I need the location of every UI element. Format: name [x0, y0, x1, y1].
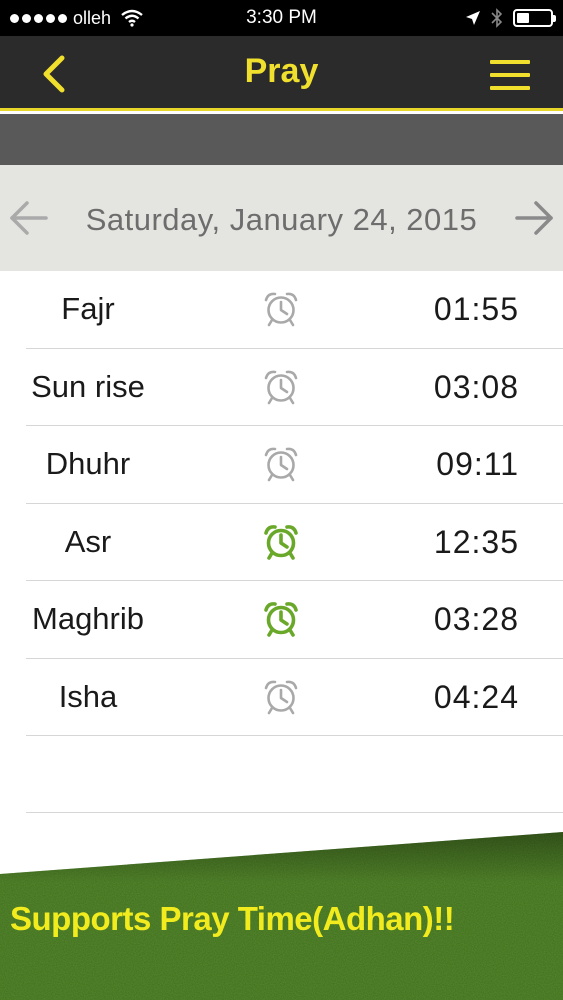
prayer-row-dhuhr: Dhuhr 09:11 — [26, 426, 563, 504]
prayer-time: 09:11 — [436, 446, 519, 482]
prayer-row-asr: Asr 12:35 — [26, 504, 563, 581]
nav-bar: Pray — [0, 36, 563, 111]
page-title: Pray — [244, 52, 319, 90]
battery-icon — [513, 9, 556, 27]
prayer-name: Asr — [64, 523, 112, 559]
alarm-clock-icon[interactable] — [262, 678, 300, 716]
prayer-row-fajr: Fajr 01:55 — [26, 271, 563, 349]
prayer-time: 03:08 — [433, 368, 519, 405]
arrow-right-icon — [515, 201, 553, 235]
prayer-time: 04:24 — [433, 678, 519, 715]
promo-text: Supports Pray Time(Adhan)!! — [10, 900, 455, 937]
prayer-name: Dhuhr — [45, 446, 131, 481]
prayer-row-isha: Isha 04:24 — [26, 659, 563, 736]
status-bar: olleh 3:30 PM — [0, 0, 563, 36]
location-arrow-icon — [466, 11, 480, 25]
hamburger-menu-icon — [490, 60, 530, 90]
toolbar-strip — [0, 114, 563, 165]
menu-button[interactable] — [489, 58, 531, 92]
current-date: Saturday, January 24, 2015 — [85, 202, 478, 237]
alarm-clock-icon[interactable] — [262, 600, 300, 638]
empty-row — [26, 736, 563, 813]
prayer-name: Maghrib — [32, 601, 144, 636]
prayer-time: 01:55 — [433, 291, 519, 327]
bluetooth-icon — [491, 8, 503, 28]
alarm-clock-icon[interactable] — [262, 368, 300, 406]
alarm-clock-icon[interactable] — [262, 523, 300, 561]
status-right — [465, 0, 556, 36]
prayer-time: 03:28 — [433, 601, 519, 637]
prayer-name: Fajr — [61, 291, 115, 326]
prayer-row-sunrise: Sun rise 03:08 — [26, 349, 563, 426]
prayer-list: Fajr 01:55 Sun rise 03:08 Dhuhr 09:11 As… — [0, 271, 563, 813]
prayer-row-maghrib: Maghrib 03:28 — [26, 581, 563, 659]
prayer-name: Isha — [58, 678, 118, 714]
prayer-name: Sun rise — [31, 368, 145, 404]
next-day-button[interactable] — [513, 197, 555, 239]
promo-banner: Supports Pray Time(Adhan)!! — [0, 830, 563, 1000]
date-bar: Saturday, January 24, 2015 — [0, 165, 563, 271]
prayer-time: 12:35 — [433, 523, 519, 560]
alarm-clock-icon[interactable] — [262, 290, 300, 328]
alarm-clock-icon[interactable] — [262, 445, 300, 483]
